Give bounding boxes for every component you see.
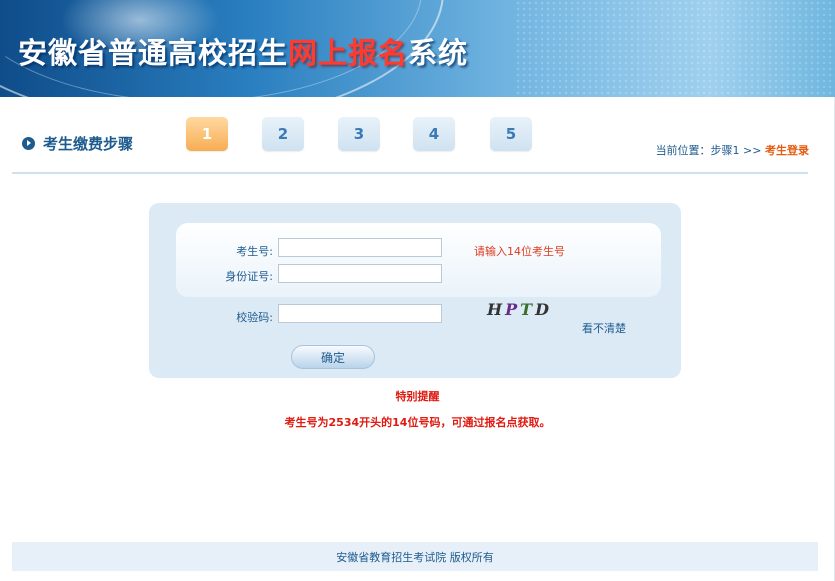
confirm-button[interactable]: 确定 xyxy=(291,345,375,369)
breadcrumb-current: 考生登录 xyxy=(765,144,809,157)
steps-heading: 考生缴费步骤 xyxy=(22,133,133,154)
step-3[interactable]: 3 xyxy=(338,117,380,151)
site-title-part1: 安徽省普通高校招生 xyxy=(18,36,289,70)
login-panel xyxy=(149,203,681,378)
captcha-char: T xyxy=(520,300,536,319)
step-4[interactable]: 4 xyxy=(413,117,455,151)
captcha-char: H xyxy=(487,300,506,319)
site-title-part2: 系统 xyxy=(408,36,469,70)
exam-no-input[interactable] xyxy=(278,238,442,257)
exam-no-label: 考生号: xyxy=(236,245,273,258)
step-2[interactable]: 2 xyxy=(262,117,304,151)
footer: 安徽省教育招生考试院 版权所有 xyxy=(12,542,818,571)
login-panel-inner xyxy=(176,223,661,297)
exam-no-hint: 请输入14位考生号 xyxy=(474,245,565,258)
captcha-char: D xyxy=(535,300,552,319)
verify-code-label: 校验码: xyxy=(236,311,273,324)
breadcrumb-prefix: 当前位置：步骤1 >> xyxy=(655,144,765,157)
id-number-label: 身份证号: xyxy=(225,270,273,283)
site-title-highlight: 网上报名 xyxy=(288,36,409,70)
id-number-input[interactable] xyxy=(278,264,442,283)
notice-text: 考生号为2534开头的14位号码，可通过报名点获取。 xyxy=(284,416,551,429)
captcha-char: P xyxy=(505,300,521,319)
arrow-right-icon xyxy=(22,137,35,150)
step-5[interactable]: 5 xyxy=(490,117,532,151)
divider xyxy=(12,172,808,174)
steps-heading-text: 考生缴费步骤 xyxy=(43,135,134,153)
verify-code-input[interactable] xyxy=(278,304,442,323)
banner-pattern xyxy=(515,0,835,97)
notice-title: 特别提醒 xyxy=(395,390,440,403)
copyright-text: 安徽省教育招生考试院 版权所有 xyxy=(336,550,494,564)
refresh-captcha-link[interactable]: 看不清楚 xyxy=(582,320,626,336)
step-1[interactable]: 1 xyxy=(186,117,228,151)
captcha-image[interactable]: HPTD xyxy=(487,300,560,322)
header-banner: 安徽省普通高校招生网上报名系统 xyxy=(0,0,835,97)
breadcrumb: 当前位置：步骤1 >> 考生登录 xyxy=(656,142,809,158)
site-title: 安徽省普通高校招生网上报名系统 xyxy=(18,30,468,72)
